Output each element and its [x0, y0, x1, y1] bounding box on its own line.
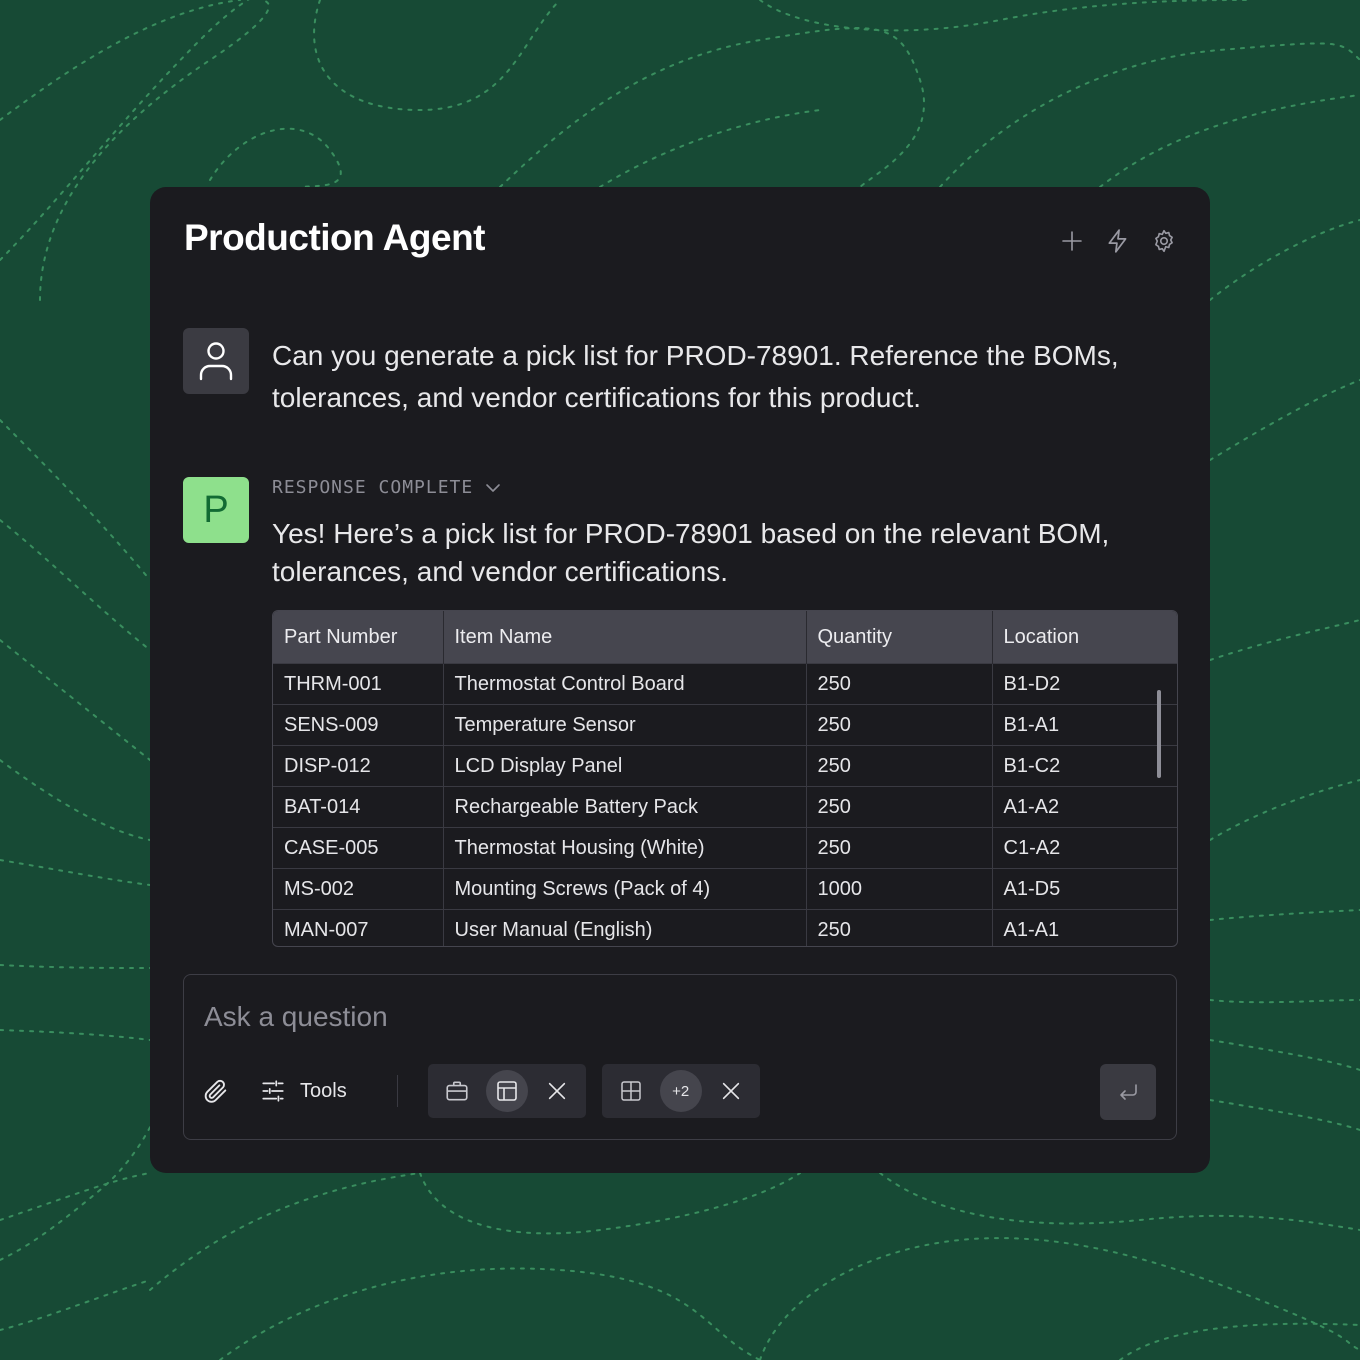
toolbar-divider [396, 1075, 398, 1107]
quick-actions-button[interactable] [1102, 225, 1134, 257]
tools-button[interactable]: Tools [260, 1078, 347, 1104]
grid-icon [620, 1081, 641, 1101]
cell-part-number: SENS-009 [273, 704, 444, 746]
close-icon [722, 1082, 739, 1100]
table-layout-icon [496, 1081, 517, 1101]
cell-item-name: Thermostat Housing (White) [443, 827, 807, 869]
cell-location: B1-A1 [992, 704, 1177, 746]
table-row: CASE-005 Thermostat Housing (White) 250 … [273, 827, 1177, 869]
enter-icon [1120, 1084, 1137, 1100]
table-row: DISP-012 LCD Display Panel 250 B1-C2 [273, 745, 1177, 787]
new-chat-button[interactable] [1056, 225, 1088, 257]
page-title: Production Agent [184, 217, 486, 258]
grid-chip[interactable] [610, 1070, 652, 1112]
cell-location: C1-A2 [992, 827, 1177, 869]
briefcase-icon [446, 1081, 468, 1101]
cell-item-name: Mounting Screws (Pack of 4) [443, 868, 807, 910]
column-header-quantity[interactable]: Quantity [806, 611, 993, 664]
user-icon [199, 342, 233, 381]
user-avatar [183, 328, 249, 394]
gear-icon [1155, 229, 1173, 253]
cell-part-number: THRM-001 [273, 663, 444, 705]
agent-avatar-letter: P [203, 488, 229, 531]
chevron-down-icon [486, 483, 501, 492]
cell-quantity: 1000 [806, 868, 993, 910]
cell-part-number: CASE-005 [273, 827, 444, 869]
attach-button[interactable] [202, 1077, 230, 1105]
table-scrollbar[interactable] [1157, 690, 1161, 778]
ask-question-input[interactable] [204, 997, 1104, 1037]
composer-toolbar: Tools +2 [202, 1063, 760, 1119]
extra-sources-count[interactable]: +2 [659, 1070, 702, 1112]
column-header-part-number[interactable]: Part Number [273, 611, 444, 664]
cell-item-name: LCD Display Panel [443, 745, 807, 787]
cell-item-name: Temperature Sensor [443, 704, 807, 746]
remove-source-button[interactable] [536, 1070, 578, 1112]
cell-quantity: 250 [806, 786, 993, 828]
cell-location: A1-A2 [992, 786, 1177, 828]
bolt-icon [1108, 229, 1127, 253]
remove-filter-button[interactable] [710, 1070, 752, 1112]
cell-item-name: User Manual (English) [443, 909, 807, 946]
table-row: MS-002 Mounting Screws (Pack of 4) 1000 … [273, 868, 1177, 910]
close-icon [548, 1082, 565, 1100]
response-status-toggle[interactable]: RESPONSE COMPLETE [272, 477, 503, 498]
paperclip-icon [204, 1079, 227, 1103]
composer: Tools [183, 974, 1177, 1140]
table-row: BAT-014 Rechargeable Battery Pack 250 A1… [273, 786, 1177, 828]
filter-chip-group: +2 [601, 1064, 760, 1118]
cell-location: A1-A1 [992, 909, 1177, 946]
cell-quantity: 250 [806, 663, 993, 705]
tools-label: Tools [300, 1079, 347, 1102]
user-message: Can you generate a pick list for PROD-78… [272, 340, 1119, 413]
chat-panel: Production Agent Can you generate a pick… [150, 187, 1210, 1173]
cell-location: B1-D2 [992, 663, 1177, 705]
table-row: SENS-009 Temperature Sensor 250 B1-A1 [273, 704, 1177, 746]
cell-quantity: 250 [806, 827, 993, 869]
agent-avatar: P [183, 477, 249, 543]
cell-part-number: MAN-007 [273, 909, 444, 946]
source-chip-group [427, 1064, 586, 1118]
cell-quantity: 250 [806, 909, 993, 946]
cell-item-name: Thermostat Control Board [443, 663, 807, 705]
send-button[interactable] [1100, 1064, 1156, 1120]
cell-location: A1-D5 [992, 868, 1177, 910]
plus-icon [1062, 231, 1082, 251]
column-header-item-name[interactable]: Item Name [443, 611, 807, 664]
table-row: MAN-007 User Manual (English) 250 A1-A1 [273, 909, 1177, 946]
cell-part-number: BAT-014 [273, 786, 444, 828]
pick-list-table: Part Number Item Name Quantity Location … [272, 610, 1178, 947]
cell-location: B1-C2 [992, 745, 1177, 787]
cell-item-name: Rechargeable Battery Pack [443, 786, 807, 828]
cell-quantity: 250 [806, 745, 993, 787]
sliders-icon [262, 1080, 284, 1102]
response-status-label: RESPONSE COMPLETE [272, 477, 474, 498]
table-header-row: Part Number Item Name Quantity Location [273, 611, 1177, 664]
cell-part-number: MS-002 [273, 868, 444, 910]
agent-message: Yes! Here’s a pick list for PROD-78901 b… [272, 518, 1110, 587]
cell-part-number: DISP-012 [273, 745, 444, 787]
briefcase-chip[interactable] [436, 1070, 478, 1112]
cell-quantity: 250 [806, 704, 993, 746]
table-row: THRM-001 Thermostat Control Board 250 B1… [273, 663, 1177, 705]
column-header-location[interactable]: Location [992, 611, 1177, 664]
header-actions [1056, 225, 1180, 257]
settings-button[interactable] [1148, 225, 1180, 257]
table-layout-chip[interactable] [485, 1070, 528, 1112]
